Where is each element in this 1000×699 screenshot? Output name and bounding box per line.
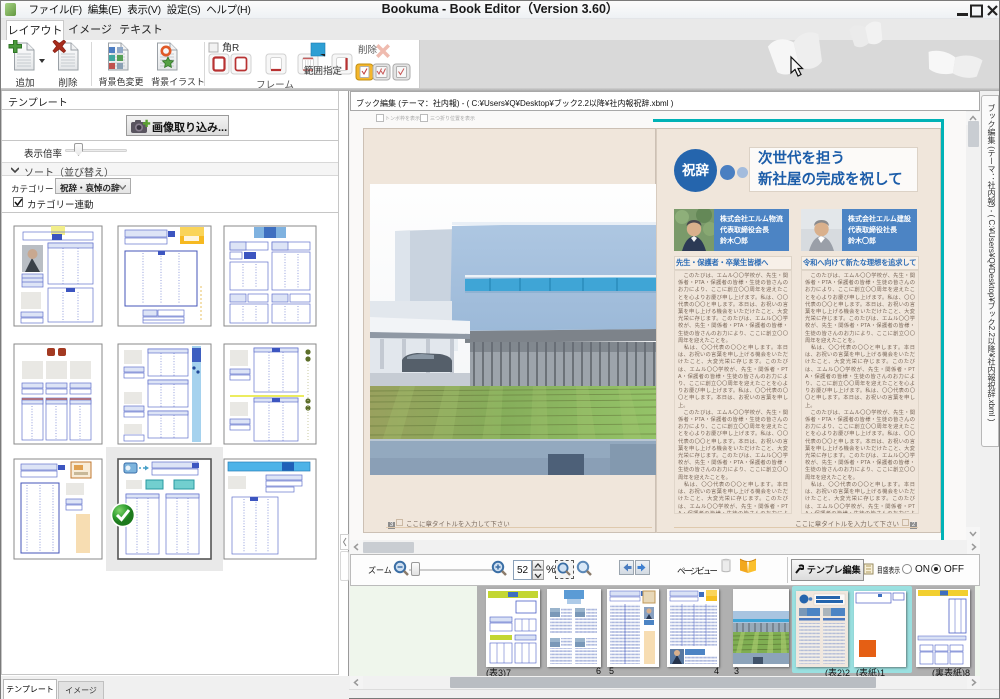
svg-text:角R: 角R — [222, 42, 239, 54]
svg-text:範囲指定: 範囲指定 — [304, 65, 343, 77]
svg-text:削除: 削除 — [358, 44, 378, 56]
